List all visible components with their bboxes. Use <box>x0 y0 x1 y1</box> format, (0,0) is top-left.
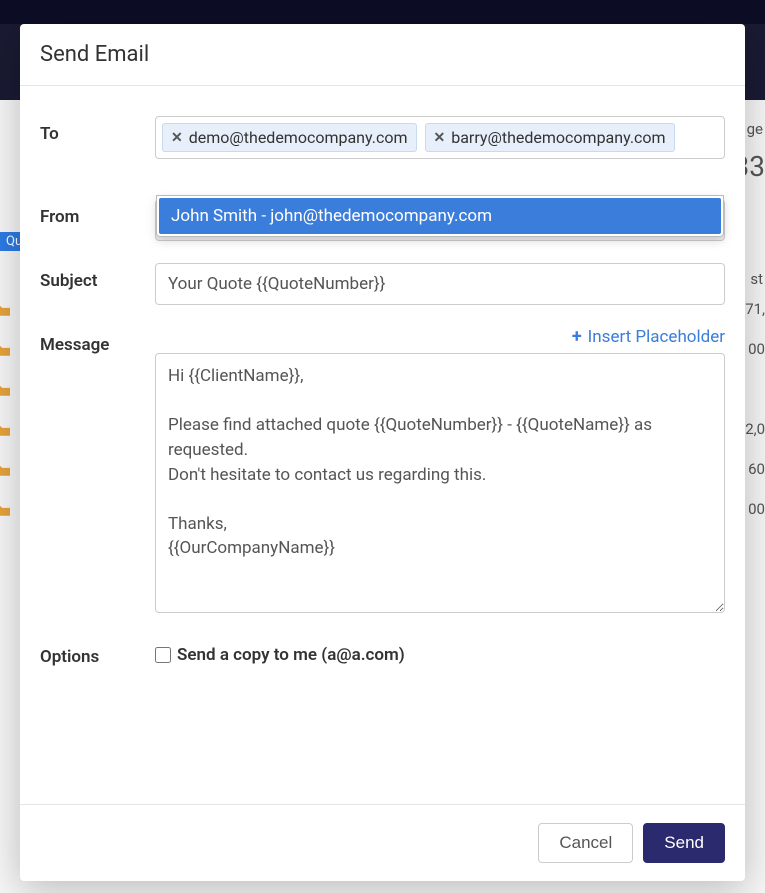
remove-tag-icon[interactable]: ✕ <box>171 130 183 146</box>
row-message: Message + Insert Placeholder <box>40 327 725 617</box>
insert-placeholder-label: Insert Placeholder <box>588 327 725 347</box>
label-from: From <box>40 199 155 227</box>
label-options: Options <box>40 639 155 667</box>
bg-text: 60 <box>748 460 765 478</box>
row-subject: Subject <box>40 263 725 305</box>
bg-text: 2,0 <box>745 420 765 438</box>
label-message: Message <box>40 327 155 355</box>
bg-text: st <box>750 270 763 288</box>
folder-icon <box>0 345 10 356</box>
folder-icon <box>0 425 10 436</box>
modal-title: Send Email <box>20 24 745 86</box>
email-tag-text: barry@thedemocompany.com <box>451 128 665 147</box>
email-tag-text: demo@thedemocompany.com <box>189 128 408 147</box>
folder-icon <box>0 505 10 516</box>
bg-text: 00 <box>748 340 765 358</box>
subject-input[interactable] <box>155 263 725 305</box>
remove-tag-icon[interactable]: ✕ <box>434 130 446 146</box>
send-copy-checkbox[interactable] <box>155 647 171 663</box>
cancel-button[interactable]: Cancel <box>538 823 633 863</box>
to-input[interactable]: ✕ demo@thedemocompany.com ✕ barry@thedem… <box>155 116 725 159</box>
plus-icon: + <box>572 328 582 346</box>
message-textarea[interactable] <box>155 353 725 613</box>
autocomplete-item[interactable]: John Smith - john@thedemocompany.com <box>159 198 721 234</box>
bg-text: 71, <box>745 300 765 318</box>
insert-placeholder-link[interactable]: + Insert Placeholder <box>572 327 725 347</box>
modal-footer: Cancel Send <box>20 804 745 881</box>
autocomplete-dropdown: John Smith - john@thedemocompany.com <box>156 195 724 237</box>
folder-icon <box>0 465 10 476</box>
label-to: To <box>40 116 155 144</box>
row-to: To ✕ demo@thedemocompany.com ✕ barry@the… <box>40 116 725 159</box>
email-tag: ✕ demo@thedemocompany.com <box>162 123 417 152</box>
folder-icon <box>0 305 10 316</box>
row-options: Options Send a copy to me (a@a.com) <box>40 639 725 667</box>
send-button[interactable]: Send <box>643 823 725 863</box>
label-subject: Subject <box>40 263 155 291</box>
email-tag: ✕ barry@thedemocompany.com <box>425 123 675 152</box>
bg-text: ge <box>747 120 763 138</box>
send-email-modal: Send Email To ✕ demo@thedemocompany.com … <box>20 24 745 881</box>
send-copy-label: Send a copy to me (a@a.com) <box>177 645 405 665</box>
modal-body: To ✕ demo@thedemocompany.com ✕ barry@the… <box>20 86 745 804</box>
folder-icon <box>0 385 10 396</box>
bg-text: 00 <box>748 500 765 518</box>
